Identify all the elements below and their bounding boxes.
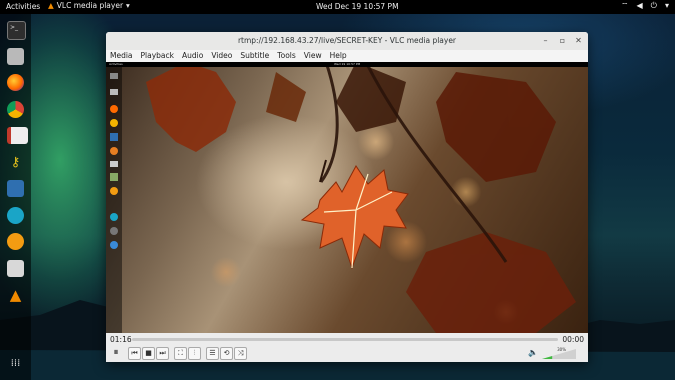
volume-fill <box>542 356 553 359</box>
dock: >_ ⚷ ▲ ⁞⁞⁞ <box>0 14 31 380</box>
stop-button[interactable]: ■ <box>142 347 155 360</box>
autumn-leaves-image <box>146 62 576 333</box>
nested-dock-icon <box>110 161 118 167</box>
vlc-cone-icon: ▲ <box>48 1 54 10</box>
menu-bar: Media Playback Audio Video Subtitle Tool… <box>106 50 588 62</box>
menu-view[interactable]: View <box>300 50 326 62</box>
volume-icon: ◀ <box>636 1 643 10</box>
nested-dock-icon <box>110 73 118 79</box>
menu-video[interactable]: Video <box>207 50 236 62</box>
seek-bar[interactable] <box>132 338 558 341</box>
nested-dock-icon <box>110 119 118 127</box>
volume-slider[interactable] <box>542 349 576 359</box>
nested-clock: Wed 19 10:57 PM <box>334 62 361 66</box>
chrome-icon[interactable] <box>7 101 24 118</box>
system-tray[interactable]: ⌔ ◀ ⏻ ▾ <box>621 1 669 11</box>
nested-dock-icon <box>110 105 118 113</box>
nested-dock <box>106 67 122 333</box>
menu-media[interactable]: Media <box>106 50 137 62</box>
clock[interactable]: Wed Dec 19 10:57 PM <box>316 2 399 11</box>
nested-dock-icon <box>110 173 118 181</box>
top-bar: Activities ▲ VLC media player ▾ Wed Dec … <box>0 0 675 14</box>
chevron-down-icon: ▾ <box>664 1 669 10</box>
previous-button[interactable]: ⏮ <box>128 347 141 360</box>
speaker-icon[interactable]: 🔈 <box>528 348 538 357</box>
loop-button[interactable]: ⟲ <box>220 347 233 360</box>
time-elapsed: 01:16 <box>110 335 132 344</box>
time-total: 00:00 <box>562 335 584 344</box>
chevron-down-icon: ▾ <box>126 1 130 10</box>
maximize-button[interactable]: ▫ <box>557 35 568 46</box>
nested-dock-icon <box>110 227 118 235</box>
vlc-window: rtmp://192.168.43.27/live/SECRET-KEY - V… <box>106 32 588 362</box>
window-title: rtmp://192.168.43.27/live/SECRET-KEY - V… <box>237 36 457 45</box>
playback-controls: 01:16 00:00 ⏸ ⏮ ■ ⏭ ⛶ ⫶ ☰ ⟲ ⤨ 🔈 30% <box>106 333 588 362</box>
network-icon[interactable] <box>7 207 24 224</box>
window-titlebar[interactable]: rtmp://192.168.43.27/live/SECRET-KEY - V… <box>106 32 588 51</box>
menu-help[interactable]: Help <box>326 50 351 62</box>
app-grid-icon[interactable]: ⁞⁞⁞ <box>7 355 24 372</box>
close-button[interactable]: ✕ <box>573 35 584 46</box>
activities-button[interactable]: Activities <box>6 2 40 11</box>
nested-dock-icon <box>110 187 118 195</box>
nested-dock-icon <box>110 147 118 155</box>
firefox-icon[interactable] <box>7 74 24 91</box>
software-store-icon[interactable] <box>7 260 24 277</box>
nested-dock-icon <box>110 133 118 141</box>
menu-subtitle[interactable]: Subtitle <box>236 50 273 62</box>
menu-audio[interactable]: Audio <box>178 50 207 62</box>
nested-dock-icon <box>110 89 118 95</box>
terminal-icon[interactable]: >_ <box>7 21 26 40</box>
video-area[interactable]: Activities Wed 19 10:57 PM <box>106 62 588 333</box>
wifi-icon: ⌔ <box>620 1 629 10</box>
screencast-icon[interactable] <box>7 233 24 250</box>
shuffle-button[interactable]: ⤨ <box>234 347 247 360</box>
menu-tools[interactable]: Tools <box>273 50 299 62</box>
nested-top-bar: Activities Wed 19 10:57 PM <box>106 62 588 67</box>
app-menu[interactable]: ▲ VLC media player ▾ <box>48 1 130 10</box>
next-button[interactable]: ⏭ <box>156 347 169 360</box>
nested-dock-icon <box>110 213 118 221</box>
text-editor-icon[interactable] <box>7 180 24 197</box>
vlc-icon[interactable]: ▲ <box>7 287 24 304</box>
playlist-button[interactable]: ☰ <box>206 347 219 360</box>
fullscreen-button[interactable]: ⛶ <box>174 347 187 360</box>
minimize-button[interactable]: – <box>540 35 551 46</box>
app-menu-label: VLC media player <box>56 1 124 10</box>
document-viewer-icon[interactable] <box>7 127 28 144</box>
extended-settings-button[interactable]: ⫶ <box>188 347 201 360</box>
menu-playback[interactable]: Playback <box>137 50 178 62</box>
power-icon: ⏻ <box>650 1 657 10</box>
pause-button[interactable]: ⏸ <box>110 347 122 358</box>
keyring-icon[interactable]: ⚷ <box>7 154 24 171</box>
files-icon[interactable] <box>7 48 24 65</box>
nested-dock-icon <box>110 241 118 249</box>
